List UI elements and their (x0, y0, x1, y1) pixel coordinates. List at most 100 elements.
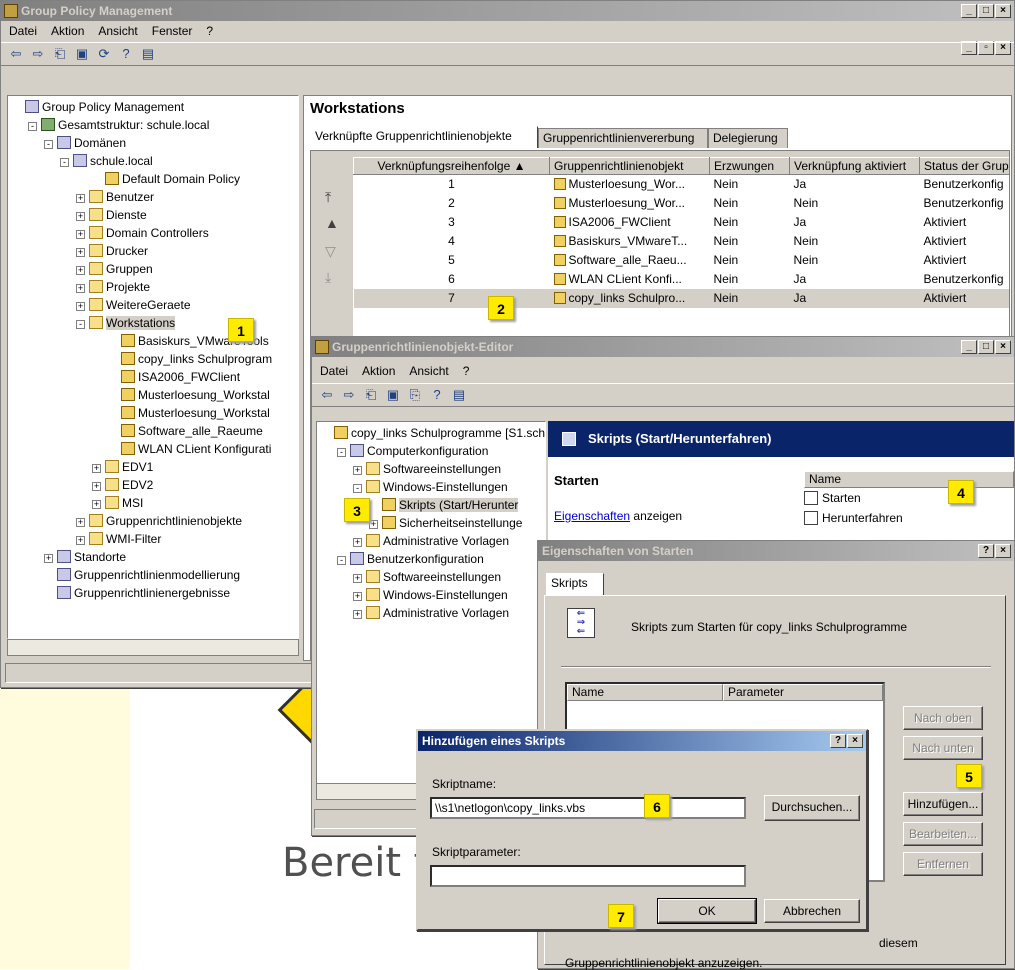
gpm-tree-item[interactable]: + Gruppenrichtlinienobjekte (8, 512, 298, 530)
expand-icon[interactable]: + (76, 302, 85, 311)
console-icon[interactable]: ▤ (139, 45, 157, 63)
tab-linked-gpos[interactable]: Verknüpfte Gruppenrichtlinienobjekte (310, 126, 538, 148)
menu-fenster[interactable]: Fenster (152, 21, 193, 41)
collapse-icon[interactable]: - (337, 556, 346, 565)
gpm-tree-item[interactable]: + Standorte (8, 548, 298, 566)
item-starten[interactable]: Starten (804, 489, 861, 507)
gpm-tree-item[interactable]: + Benutzer (8, 188, 298, 206)
expand-icon[interactable]: + (76, 518, 85, 527)
back-arrow-icon[interactable]: ⇦ (318, 386, 336, 404)
gpe-tree-item[interactable]: + Windows-Einstellungen (317, 586, 545, 604)
gpm-tree-item[interactable]: Basiskurs_VMwareTools (8, 332, 298, 350)
props-close-button[interactable]: × (995, 544, 1011, 558)
gpm-tree-item[interactable]: WLAN CLient Konfigurati (8, 440, 298, 458)
expand-icon[interactable]: + (92, 500, 101, 509)
gpe-maximize-button[interactable]: □ (978, 340, 994, 354)
refresh-icon[interactable]: ⟳ (95, 45, 113, 63)
gpe-minimize-button[interactable]: _ (961, 340, 977, 354)
remove-script-button[interactable]: Entfernen (903, 852, 983, 876)
collapse-icon[interactable]: - (60, 158, 69, 167)
help-icon[interactable]: ? (117, 45, 135, 63)
gpe-close-button[interactable]: × (995, 340, 1011, 354)
minimize-button[interactable]: _ (961, 4, 977, 18)
table-row[interactable]: 7 copy_links Schulpro... Nein Ja Aktiviert (353, 288, 1009, 308)
gpm-tree-item[interactable]: + Dienste (8, 206, 298, 224)
export-icon[interactable]: ⎘ (406, 386, 424, 404)
gpm-tree-item[interactable]: + EDV1 (8, 458, 298, 476)
gpm-tree-item[interactable]: + Domain Controllers (8, 224, 298, 242)
menu-datei[interactable]: Datei (9, 21, 37, 41)
add-help-button[interactable]: ? (830, 734, 846, 748)
gpe-menu-help[interactable]: ? (463, 361, 470, 381)
collapse-icon[interactable]: - (353, 484, 362, 493)
move-down-button[interactable]: Nach unten (903, 736, 983, 760)
table-row[interactable]: 4 Basiskurs_VMwareT... Nein Nein Aktiviert (354, 232, 1010, 251)
column-header[interactable]: Status der Grup (919, 157, 1009, 175)
gpe-tree-item[interactable]: - Benutzerkonfiguration (317, 550, 545, 568)
table-row[interactable]: 2 Musterloesung_Wor... Nein Nein Benutzerkon… (354, 194, 1010, 213)
back-arrow-icon[interactable]: ⇦ (7, 45, 25, 63)
item-herunterfahren[interactable]: Herunterfahren (804, 509, 903, 527)
browse-button[interactable]: Durchsuchen... (764, 795, 860, 821)
expand-icon[interactable]: + (44, 554, 53, 563)
add-script-button[interactable]: Hinzufügen... (903, 792, 983, 816)
ok-button[interactable]: OK (657, 898, 757, 924)
gpe-tree-item[interactable]: + Administrative Vorlagen (317, 532, 545, 550)
move-bottom-icon[interactable]: ⤓ (325, 269, 331, 286)
column-header[interactable]: Erzwungen (709, 157, 790, 175)
gpm-tree-item[interactable]: ISA2006_FWClient (8, 368, 298, 386)
gpm-tree-item[interactable]: + EDV2 (8, 476, 298, 494)
gpm-tree-item[interactable]: Group Policy Management (8, 98, 298, 116)
gpm-tree-item[interactable]: - Gesamtstruktur: schule.local (8, 116, 298, 134)
collapse-icon[interactable]: - (44, 140, 53, 149)
script-parameter-input[interactable] (430, 865, 746, 887)
expand-icon[interactable]: + (76, 284, 85, 293)
gpm-tree-item[interactable]: Musterloesung_Workstal (8, 404, 298, 422)
scripts-col-name[interactable]: Name (567, 684, 723, 701)
expand-icon[interactable]: + (76, 194, 85, 203)
gpm-tree-item[interactable]: Software_alle_Raeume (8, 422, 298, 440)
move-top-icon[interactable]: ⤒ (325, 189, 331, 206)
gpm-tree-item[interactable]: + WMI-Filter (8, 530, 298, 548)
close-button[interactable]: × (995, 4, 1011, 18)
show-tree-icon[interactable]: ▣ (73, 45, 91, 63)
gpm-tree-item[interactable]: + WeitereGeraete (8, 296, 298, 314)
gpm-tree-item[interactable]: - Workstations (8, 314, 298, 332)
props-help-button[interactable]: ? (978, 544, 994, 558)
column-header[interactable]: Verknüpfungsreihenfolge ▲ (353, 157, 550, 175)
collapse-icon[interactable]: - (76, 320, 85, 329)
help-icon[interactable]: ? (428, 386, 446, 404)
gpm-tree-item[interactable]: Gruppenrichtlinienmodellierung (8, 566, 298, 584)
gpe-menu-ansicht[interactable]: Ansicht (409, 361, 448, 381)
expand-icon[interactable]: + (76, 212, 85, 221)
expand-icon[interactable]: + (353, 610, 362, 619)
move-down-icon[interactable]: ▽ (325, 243, 336, 260)
expand-icon[interactable]: + (353, 592, 362, 601)
expand-icon[interactable]: + (353, 574, 362, 583)
expand-icon[interactable]: + (369, 520, 378, 529)
expand-icon[interactable]: + (76, 248, 85, 257)
up-folder-icon[interactable]: ⎗ (362, 386, 380, 404)
gpm-tree-item[interactable]: + Gruppen (8, 260, 298, 278)
gpm-tree-hscroll[interactable] (7, 639, 299, 656)
table-row[interactable]: 6 WLAN CLient Konfi... Nein Ja Benutzerkonfi… (354, 270, 1010, 289)
gpm-tree-item[interactable]: - schule.local (8, 152, 298, 170)
tab-skripts[interactable]: Skripts (546, 573, 604, 595)
gpe-menu-aktion[interactable]: Aktion (362, 361, 395, 381)
add-script-dialog[interactable]: Hinzufügen eines Skripts ? × Skriptname: … (416, 729, 868, 931)
gpe-tree-item[interactable]: - Windows-Einstellungen (317, 478, 545, 496)
gpe-tree-item[interactable]: + Administrative Vorlagen (317, 604, 545, 622)
expand-icon[interactable]: + (92, 482, 101, 491)
gpm-tree-item[interactable]: + Projekte (8, 278, 298, 296)
expand-icon[interactable]: + (92, 464, 101, 473)
maximize-button[interactable]: □ (978, 4, 994, 18)
gpe-tree-item[interactable]: + Softwareeinstellungen (317, 568, 545, 586)
gpm-tree-item[interactable]: Default Domain Policy (8, 170, 298, 188)
expand-icon[interactable]: + (76, 230, 85, 239)
gpe-menu-datei[interactable]: Datei (320, 361, 348, 381)
collapse-icon[interactable]: - (337, 448, 346, 457)
table-row[interactable]: 1 Musterloesung_Wor... Nein Ja Benutzerkonfi… (354, 175, 1010, 194)
gpe-tree-item[interactable]: + Softwareeinstellungen (317, 460, 545, 478)
show-tree-icon[interactable]: ▣ (384, 386, 402, 404)
gpm-tree-item[interactable]: - Domänen (8, 134, 298, 152)
